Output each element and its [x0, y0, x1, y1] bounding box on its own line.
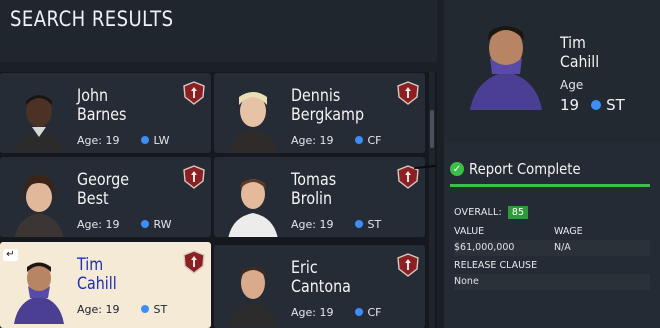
position-dot-icon: [355, 136, 364, 144]
release-clause-label: RELEASE CLAUSE: [454, 260, 538, 271]
player-age: Age: 19: [291, 133, 334, 147]
player-name: Dennis Bergkamp: [291, 86, 365, 125]
overall-label: OVERALL:: [454, 207, 502, 218]
icon-rarity-badge-icon: [397, 253, 419, 277]
icon-rarity-badge-icon: [183, 165, 205, 189]
position-dot-icon: [591, 100, 602, 110]
age-label: Age: [560, 78, 584, 92]
position-dot-icon: [355, 220, 364, 228]
player-meta: Age: 19 LW: [77, 133, 169, 147]
value-label: VALUE: [454, 226, 485, 237]
player-detail-panel: Tim Cahill Age 19 ST ✓ Report Complete OV…: [444, 0, 660, 328]
wage-amount: N/A: [554, 242, 571, 253]
player-age: Age: 19: [291, 305, 334, 319]
player-portrait: [14, 95, 64, 153]
report-progress-bar: [450, 184, 650, 187]
position-dot-icon: [141, 136, 150, 144]
player-name: George Best: [77, 170, 130, 209]
player-card-tim-cahill[interactable]: Tim Cahill Age: 19 ST: [0, 242, 211, 328]
check-icon: ✓: [450, 162, 464, 176]
player-portrait: [228, 267, 278, 327]
player-meta: Age: 19 CF: [291, 305, 382, 319]
player-card-george-best[interactable]: George Best Age: 19 RW: [0, 157, 211, 237]
report-status: ✓ Report Complete: [450, 160, 596, 178]
icon-rarity-badge-icon: [397, 81, 419, 105]
position-dot-icon: [141, 220, 150, 228]
player-meta: Age: 19 ST: [291, 217, 381, 231]
selected-player-name: Tim Cahill: [560, 33, 600, 71]
overall-row: OVERALL: 85: [454, 206, 529, 219]
player-meta: Age: 19 CF: [291, 133, 382, 147]
player-card-john-barnes[interactable]: John Barnes Age: 19 LW: [0, 73, 211, 153]
overall-value: 85: [507, 206, 529, 219]
player-card-eric-cantona[interactable]: Eric Cantona Age: 19 CF: [214, 245, 425, 328]
player-card-tomas-brolin[interactable]: Tomas Brolin Age: 19 ST: [214, 157, 425, 237]
player-name: John Barnes: [77, 86, 127, 125]
player-portrait: [14, 175, 64, 237]
age-value: 19: [560, 96, 580, 114]
icon-rarity-badge-icon: [183, 250, 205, 274]
player-position: RW: [153, 217, 172, 231]
player-name: Tim Cahill: [77, 255, 117, 294]
scrollbar-thumb[interactable]: [430, 110, 434, 148]
release-row-bg: [454, 274, 650, 290]
player-name: Eric Cantona: [291, 258, 351, 297]
report-title: Report Complete: [469, 160, 581, 178]
player-age: Age: 19: [291, 217, 334, 231]
release-clause-value: None: [454, 276, 479, 287]
player-meta: Age: 19 RW: [77, 217, 172, 231]
player-name: Tomas Brolin: [291, 170, 337, 209]
player-position: CF: [367, 133, 382, 147]
page-title: SEARCH RESULTS: [10, 7, 174, 31]
player-meta: Age: 19 ST: [77, 302, 167, 316]
player-age: Age: 19: [77, 133, 120, 147]
value-amount: $61,000,000: [454, 242, 515, 253]
selected-player-portrait: [470, 26, 542, 110]
position-dot-icon: [141, 305, 150, 313]
player-card-dennis-bergkamp[interactable]: Dennis Bergkamp Age: 19 CF: [214, 73, 425, 153]
age-position-row: 19 ST: [560, 96, 625, 114]
player-portrait: [14, 262, 64, 324]
back-icon[interactable]: ↵: [3, 249, 18, 261]
position-dot-icon: [355, 308, 364, 316]
player-age: Age: 19: [77, 217, 120, 231]
player-position: CF: [367, 305, 382, 319]
player-age: Age: 19: [77, 302, 120, 316]
player-position: LW: [153, 133, 170, 147]
scouting-screen: SEARCH RESULTS John Barnes Age: 19 LW De…: [0, 0, 660, 328]
position-value: ST: [606, 96, 625, 114]
player-portrait: [228, 179, 278, 237]
player-position: ST: [153, 302, 168, 316]
player-position: ST: [367, 217, 382, 231]
player-portrait: [228, 92, 278, 153]
wage-label: WAGE: [554, 226, 583, 237]
icon-rarity-badge-icon: [183, 81, 205, 105]
